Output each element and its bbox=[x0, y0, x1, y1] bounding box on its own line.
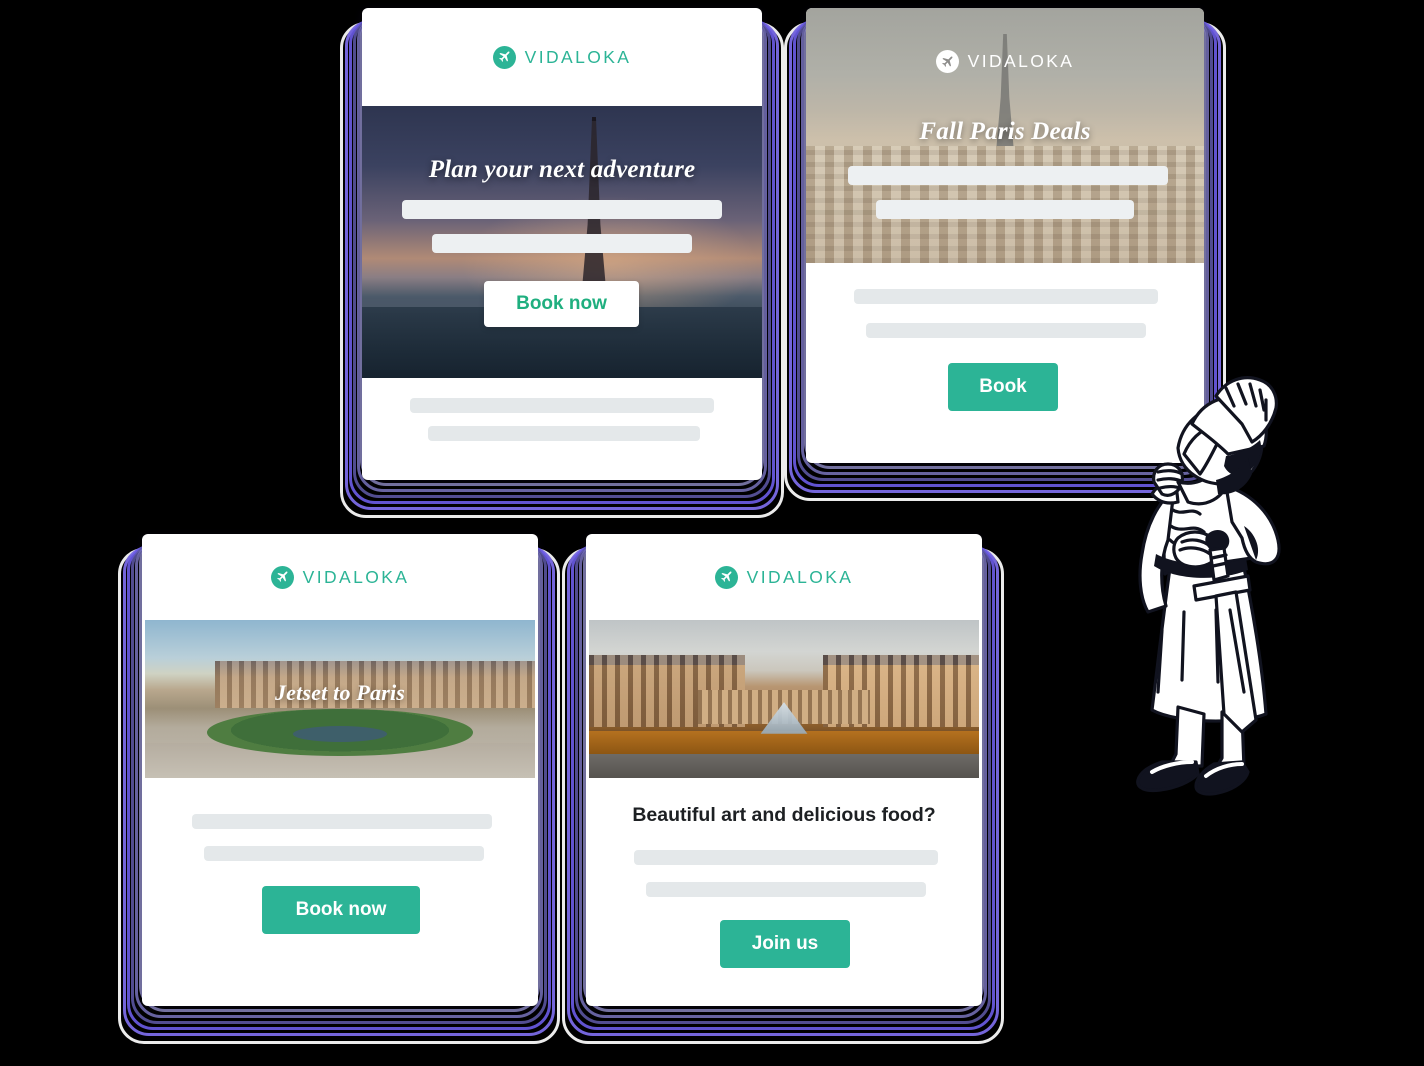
body-headline: Beautiful art and delicious food? bbox=[632, 804, 936, 826]
card-body: Book now bbox=[142, 778, 538, 1006]
cta-button-join-us[interactable]: Join us bbox=[720, 920, 850, 968]
body-skeleton-bar bbox=[634, 850, 938, 865]
card-stack-beautiful-art[interactable]: VIDALOKA Beautiful art and delicious foo… bbox=[562, 534, 1004, 1044]
brand-wordmark: VIDALOKA bbox=[524, 46, 632, 67]
road-shape bbox=[589, 754, 979, 778]
cta-button-book-now[interactable]: Book now bbox=[484, 281, 639, 327]
cta-button-book-now[interactable]: Book now bbox=[262, 886, 420, 934]
email-template-gallery: VIDALOKA Plan your next adventure Book n… bbox=[0, 0, 1424, 1066]
brand-logo[interactable]: VIDALOKA bbox=[270, 565, 410, 589]
airplane-icon bbox=[270, 565, 294, 589]
hero-skeleton-bar bbox=[402, 200, 722, 219]
body-skeleton-bar bbox=[866, 323, 1146, 338]
brand-wordmark: VIDALOKA bbox=[967, 51, 1075, 71]
card-header: VIDALOKA bbox=[142, 534, 538, 620]
thinking-warrior-illustration bbox=[1066, 362, 1406, 802]
card-body bbox=[362, 378, 762, 480]
airplane-icon bbox=[492, 45, 516, 69]
pond-shape bbox=[293, 725, 387, 742]
plaza-shape bbox=[589, 730, 979, 756]
hero-image-louvre-pyramid-courtyard bbox=[589, 620, 979, 778]
hero-title: Fall Paris Deals bbox=[919, 118, 1091, 145]
body-skeleton-bar bbox=[428, 426, 700, 441]
card-stack-jetset-to-paris[interactable]: VIDALOKA Jetset to Paris Book now bbox=[118, 534, 560, 1044]
card-header: VIDALOKA bbox=[586, 534, 982, 620]
hero-title: Jetset to Paris bbox=[274, 680, 406, 705]
card-header: VIDALOKA bbox=[362, 8, 762, 106]
cta-button-book[interactable]: Book bbox=[948, 363, 1058, 411]
body-skeleton-bar bbox=[854, 289, 1158, 304]
hero-skeleton-bar bbox=[432, 234, 692, 253]
brand-logo[interactable]: VIDALOKA bbox=[492, 45, 632, 69]
hero-skeleton-bar bbox=[876, 200, 1134, 219]
hero-banner: Jetset to Paris bbox=[145, 620, 535, 778]
card-stack-plan-adventure[interactable]: VIDALOKA Plan your next adventure Book n… bbox=[340, 8, 784, 518]
brand-wordmark: VIDALOKA bbox=[302, 566, 410, 587]
hero-banner bbox=[589, 620, 979, 778]
body-skeleton-bar bbox=[204, 846, 484, 861]
email-card[interactable]: VIDALOKA Jetset to Paris Book now bbox=[142, 534, 538, 1006]
card-header: VIDALOKA bbox=[806, 50, 1204, 73]
brand-logo[interactable]: VIDALOKA bbox=[714, 565, 854, 589]
airplane-icon bbox=[714, 565, 738, 589]
brand-wordmark: VIDALOKA bbox=[746, 566, 854, 587]
email-card[interactable]: VIDALOKA Beautiful art and delicious foo… bbox=[586, 534, 982, 1006]
email-card[interactable]: VIDALOKA Plan your next adventure Book n… bbox=[362, 8, 762, 480]
hero-title: Plan your next adventure bbox=[428, 156, 696, 183]
body-skeleton-bar bbox=[646, 882, 926, 897]
hero-skeleton-bar bbox=[848, 166, 1168, 185]
hero-banner: VIDALOKA Fall Paris Deals bbox=[806, 8, 1204, 263]
hero-banner: Plan your next adventure Book now bbox=[362, 106, 762, 378]
brand-logo[interactable]: VIDALOKA bbox=[935, 50, 1075, 73]
body-skeleton-bar bbox=[410, 398, 714, 413]
airplane-icon bbox=[935, 50, 959, 73]
card-body: Beautiful art and delicious food? Join u… bbox=[586, 778, 982, 1006]
body-skeleton-bar bbox=[192, 814, 492, 829]
